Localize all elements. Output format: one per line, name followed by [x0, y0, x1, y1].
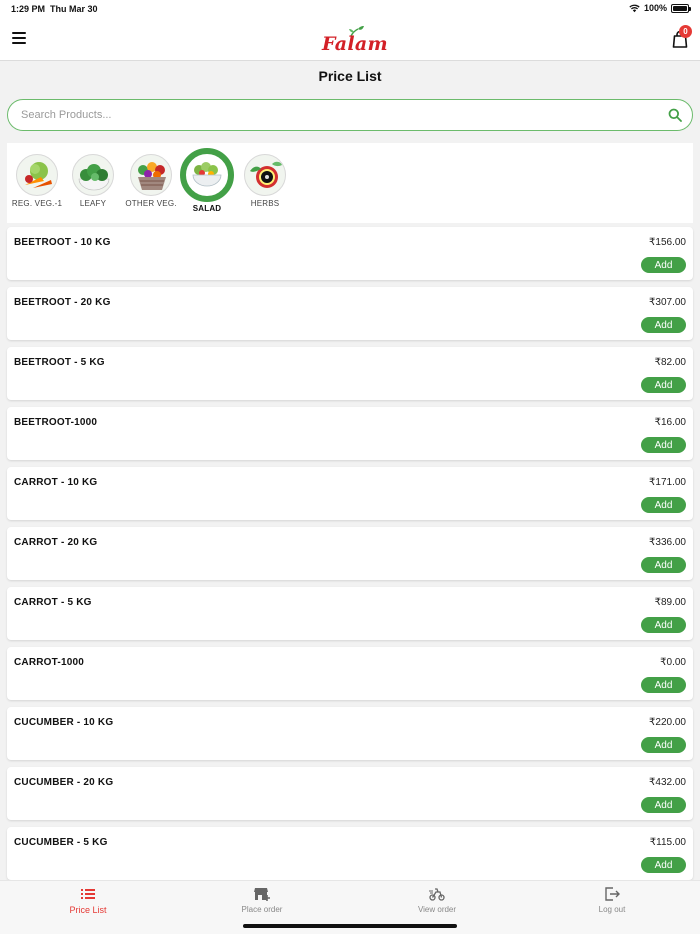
- mixed-vegetables-icon: [16, 154, 58, 196]
- product-item: BEETROOT-1000 ₹16.00 Add: [7, 407, 693, 460]
- add-button[interactable]: Add: [641, 437, 686, 453]
- product-name: BEETROOT - 20 KG: [14, 297, 111, 308]
- category-label: REG. VEG.-1: [11, 199, 63, 208]
- product-item: CARROT - 10 KG ₹171.00 Add: [7, 467, 693, 520]
- category-leafy[interactable]: LEAFY: [65, 143, 121, 208]
- wifi-icon: [629, 4, 640, 12]
- category-reg-veg[interactable]: REG. VEG.-1: [9, 143, 65, 208]
- product-item: CUCUMBER - 5 KG ₹115.00 Add: [7, 827, 693, 880]
- category-label: HERBS: [250, 199, 280, 208]
- nav-label: View order: [417, 905, 457, 914]
- category-other-veg[interactable]: OTHER VEG.: [121, 143, 181, 208]
- home-indicator: [243, 924, 457, 928]
- battery-icon: [671, 3, 691, 13]
- add-button[interactable]: Add: [641, 497, 686, 513]
- page-title: Price List: [318, 68, 382, 84]
- product-name: CUCUMBER - 5 KG: [14, 837, 108, 848]
- category-label: SALAD: [192, 204, 222, 213]
- cart-count-badge: 0: [679, 25, 692, 38]
- category-herbs[interactable]: HERBS: [237, 143, 293, 208]
- product-price: ₹220.00: [649, 717, 686, 728]
- add-button[interactable]: Add: [641, 677, 686, 693]
- salad-bowl-icon: [180, 148, 234, 202]
- product-price: ₹432.00: [649, 777, 686, 788]
- status-time: 1:29 PM: [11, 4, 46, 14]
- delivery-bike-icon: [429, 888, 445, 901]
- search-icon[interactable]: [668, 108, 682, 122]
- falam-logo: Falam: [319, 24, 388, 56]
- product-name: BEETROOT - 5 KG: [14, 357, 105, 368]
- nav-label: Log out: [598, 905, 626, 914]
- product-price: ₹115.00: [649, 837, 686, 848]
- product-item: CUCUMBER - 10 KG ₹220.00 Add: [7, 707, 693, 760]
- product-name: CARROT - 20 KG: [14, 537, 98, 548]
- herbs-icon: [244, 154, 286, 196]
- category-label: LEAFY: [79, 199, 107, 208]
- category-salad[interactable]: SALAD: [179, 143, 235, 213]
- status-bar: 1:29 PM Thu Mar 30 100%: [0, 0, 700, 18]
- menu-icon[interactable]: [12, 32, 26, 44]
- product-item: BEETROOT - 10 KG ₹156.00 Add: [7, 227, 693, 280]
- product-name: CARROT - 10 KG: [14, 477, 98, 488]
- product-price: ₹336.00: [649, 537, 686, 548]
- nav-label: Place order: [241, 905, 283, 914]
- search-input[interactable]: [21, 106, 641, 124]
- product-price: ₹307.00: [649, 297, 686, 308]
- add-button[interactable]: Add: [641, 617, 686, 633]
- product-name: CUCUMBER - 10 KG: [14, 717, 114, 728]
- nav-view-order[interactable]: View order: [397, 886, 477, 914]
- search-bar: [7, 99, 693, 131]
- product-price: ₹89.00: [654, 597, 686, 608]
- add-button[interactable]: Add: [641, 317, 686, 333]
- logo-text: Falam: [322, 33, 388, 55]
- product-price: ₹0.00: [660, 657, 686, 668]
- status-date: Thu Mar 30: [50, 4, 98, 14]
- product-item: CARROT - 5 KG ₹89.00 Add: [7, 587, 693, 640]
- product-name: CARROT - 5 KG: [14, 597, 92, 608]
- nav-price-list[interactable]: Price List: [48, 886, 128, 915]
- status-indicators: 100%: [629, 3, 691, 13]
- product-item: CARROT-1000 ₹0.00 Add: [7, 647, 693, 700]
- product-name: CARROT-1000: [14, 657, 84, 668]
- product-price: ₹171.00: [649, 477, 686, 488]
- nav-place-order[interactable]: Place order: [222, 886, 302, 914]
- product-price: ₹82.00: [654, 357, 686, 368]
- app-header: Falam 0: [0, 18, 700, 61]
- product-price: ₹16.00: [654, 417, 686, 428]
- logout-icon: [605, 887, 620, 901]
- nav-log-out[interactable]: Log out: [572, 886, 652, 914]
- product-item: CARROT - 20 KG ₹336.00 Add: [7, 527, 693, 580]
- battery-percent: 100%: [643, 3, 667, 13]
- product-price: ₹156.00: [649, 237, 686, 248]
- product-item: BEETROOT - 20 KG ₹307.00 Add: [7, 287, 693, 340]
- vegetable-basket-icon: [130, 154, 172, 196]
- nav-label: Price List: [69, 905, 107, 915]
- product-item: CUCUMBER - 20 KG ₹432.00 Add: [7, 767, 693, 820]
- product-name: BEETROOT - 10 KG: [14, 237, 111, 248]
- product-item: BEETROOT - 5 KG ₹82.00 Add: [7, 347, 693, 400]
- leafy-greens-icon: [72, 154, 114, 196]
- list-icon: [81, 889, 95, 899]
- product-name: CUCUMBER - 20 KG: [14, 777, 114, 788]
- add-button[interactable]: Add: [641, 377, 686, 393]
- store-add-icon: [254, 888, 270, 901]
- add-button[interactable]: Add: [641, 257, 686, 273]
- add-button[interactable]: Add: [641, 797, 686, 813]
- category-strip: REG. VEG.-1 LEAFY OTHER VEG. SALAD HERBS: [7, 143, 693, 223]
- add-button[interactable]: Add: [641, 557, 686, 573]
- category-label: OTHER VEG.: [125, 199, 177, 208]
- add-button[interactable]: Add: [641, 737, 686, 753]
- product-name: BEETROOT-1000: [14, 417, 98, 428]
- add-button[interactable]: Add: [641, 857, 686, 873]
